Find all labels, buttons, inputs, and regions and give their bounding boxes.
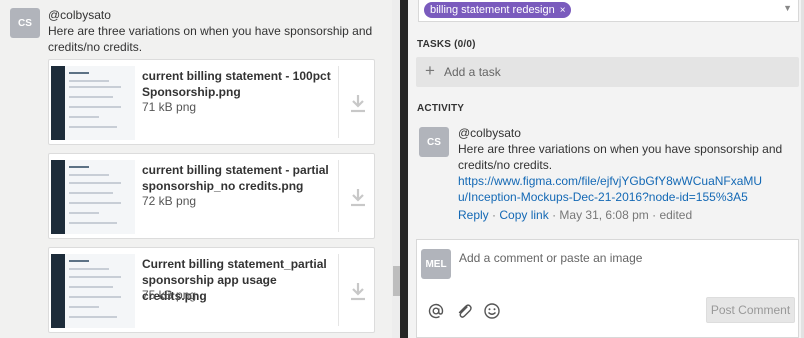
paperclip-icon[interactable] bbox=[455, 302, 473, 320]
download-icon[interactable] bbox=[345, 90, 371, 116]
scrollbar-thumb[interactable] bbox=[393, 266, 400, 296]
comment-composer: MEL Post Comment bbox=[416, 239, 799, 338]
add-task-label: Add a task bbox=[444, 65, 501, 79]
attachment-card[interactable]: current billing statement - partial spon… bbox=[48, 153, 375, 239]
comment-text: Here are three variations on when you ha… bbox=[458, 142, 783, 172]
task-detail-panel: billing statement redesign × ▼ TASKS (0/0… bbox=[408, 0, 804, 338]
attachment-thumbnail[interactable] bbox=[51, 66, 135, 140]
attachment-thumbnail[interactable] bbox=[51, 254, 135, 328]
attachment-thumbnail[interactable] bbox=[51, 160, 135, 234]
left-comment-panel: CS @colbysato Here are three variations … bbox=[0, 0, 392, 338]
comment-actions: Reply · Copy link · May 31, 6:08 pm · ed… bbox=[458, 208, 692, 222]
attachment-meta: 71 kB png bbox=[142, 100, 197, 114]
divider bbox=[338, 160, 339, 232]
comment-input[interactable] bbox=[459, 248, 789, 268]
comment-timestamp: · May 31, 6:08 pm · edited bbox=[552, 208, 693, 222]
pane-divider bbox=[400, 0, 408, 338]
smiley-icon[interactable] bbox=[483, 302, 501, 320]
attachment-card[interactable]: current billing statement - 100pct Spons… bbox=[48, 59, 375, 145]
remove-tag-icon[interactable]: × bbox=[560, 5, 566, 16]
tags-field[interactable]: billing statement redesign × ▼ bbox=[418, 0, 799, 22]
attachment-card[interactable]: Current billing statement_partial sponso… bbox=[48, 247, 375, 333]
attachment-meta: 72 kB png bbox=[142, 194, 197, 208]
avatar: MEL bbox=[421, 249, 451, 279]
attachment-meta: 75 kB png bbox=[142, 288, 197, 302]
avatar: CS bbox=[10, 8, 40, 38]
tag-label: billing statement redesign bbox=[430, 4, 555, 16]
attachment-name[interactable]: current billing statement - 100pct Spons… bbox=[142, 68, 332, 100]
chevron-down-icon[interactable]: ▼ bbox=[783, 3, 792, 13]
add-task-button[interactable]: + Add a task bbox=[416, 57, 799, 87]
activity-heading: ACTIVITY bbox=[417, 103, 465, 114]
divider bbox=[338, 66, 339, 138]
comment-author[interactable]: @colbysato bbox=[48, 8, 111, 22]
tag-chip[interactable]: billing statement redesign × bbox=[424, 2, 571, 18]
figma-link[interactable]: https://www.figma.com/file/ejfvjYGbGfY8w… bbox=[458, 173, 770, 205]
attachment-name[interactable]: current billing statement - partial spon… bbox=[142, 162, 332, 194]
plus-icon: + bbox=[425, 61, 435, 80]
divider bbox=[338, 254, 339, 326]
download-icon[interactable] bbox=[345, 278, 371, 304]
left-scrollbar[interactable] bbox=[392, 0, 400, 338]
post-comment-button[interactable]: Post Comment bbox=[706, 297, 795, 323]
avatar: CS bbox=[419, 127, 449, 157]
comment-text: Here are three variations on when you ha… bbox=[48, 24, 373, 54]
download-icon[interactable] bbox=[345, 184, 371, 210]
at-icon[interactable] bbox=[427, 302, 445, 320]
activity-comment: CS @colbysato Here are three variations … bbox=[416, 118, 799, 228]
comment-author[interactable]: @colbysato bbox=[458, 126, 521, 140]
tasks-heading: TASKS (0/0) bbox=[417, 39, 476, 50]
reply-link[interactable]: Reply bbox=[458, 208, 489, 222]
separator-dot: · bbox=[492, 208, 497, 222]
copy-link[interactable]: Copy link bbox=[499, 208, 548, 222]
